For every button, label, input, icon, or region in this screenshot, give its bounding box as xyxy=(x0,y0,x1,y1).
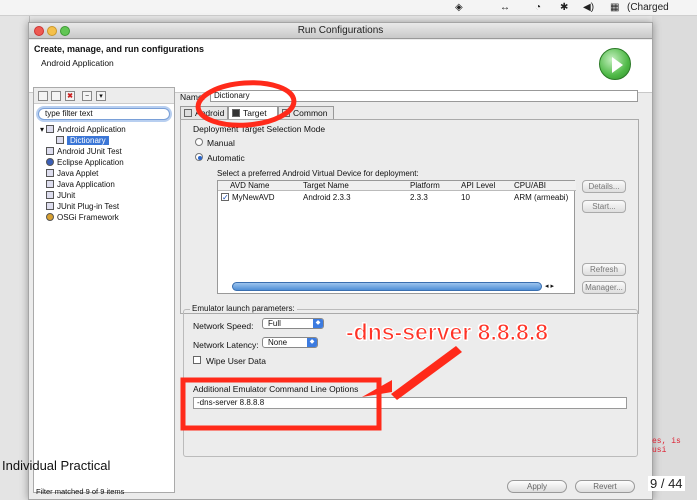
avd-row-platform: 2.3.3 xyxy=(410,193,428,202)
col-platform[interactable]: Platform xyxy=(410,181,440,191)
tab-common[interactable]: Common xyxy=(278,106,334,120)
collapse-all-icon[interactable]: − xyxy=(82,91,92,101)
name-label: Name: xyxy=(180,92,206,102)
slide-page-number: 9 / 44 xyxy=(648,476,685,491)
tree-item-eclipse-application[interactable]: Eclipse Application xyxy=(46,158,124,167)
junit-icon xyxy=(46,147,54,155)
tree-item-junit[interactable]: JUnit xyxy=(46,191,75,200)
tree-item-java-application[interactable]: Java Application xyxy=(46,180,115,189)
dialog-subtitle: Android Application xyxy=(41,58,114,68)
dialog-header: Create, manage, and run configurations A… xyxy=(29,40,652,93)
apply-button[interactable]: Apply xyxy=(507,480,567,493)
tree-item-osgi-framework[interactable]: OSGi Framework xyxy=(46,213,119,222)
filter-input[interactable]: type filter text xyxy=(38,108,170,120)
automatic-label: Automatic xyxy=(207,153,245,163)
avd-row-target: Android 2.3.3 xyxy=(303,193,351,202)
tab-android[interactable]: Android xyxy=(180,106,228,120)
network-latency-label: Network Latency: xyxy=(193,340,259,350)
flag-icon[interactable]: ▦ xyxy=(610,2,619,13)
menu-bar: ◈ ↔ ◔ ✱ ◀) ▦ (Charged xyxy=(0,0,697,16)
sync-icon[interactable]: ↔ xyxy=(500,2,510,13)
wipe-user-data-label: Wipe User Data xyxy=(206,356,266,366)
filter-status: Filter matched 9 of 9 items xyxy=(36,487,125,496)
details-button[interactable]: Details... xyxy=(582,180,626,193)
tab-target[interactable]: Target xyxy=(228,106,278,120)
avd-row-checkbox[interactable]: ✓ xyxy=(221,193,229,202)
start-button[interactable]: Start... xyxy=(582,200,626,213)
col-avd-name[interactable]: AVD Name xyxy=(230,181,269,191)
volume-icon[interactable]: ◀) xyxy=(583,2,594,13)
revert-button[interactable]: Revert xyxy=(575,480,635,493)
emulator-params-label: Emulator launch parameters: xyxy=(190,304,297,313)
name-input[interactable]: Dictionary xyxy=(210,90,638,102)
manual-label: Manual xyxy=(207,138,235,148)
tree-item-android-application[interactable]: ▾ Android Application xyxy=(40,125,126,134)
tree-item-java-applet[interactable]: Java Applet xyxy=(46,169,98,178)
dialog-title: Create, manage, and run configurations xyxy=(34,44,205,54)
battery-status[interactable]: (Charged xyxy=(627,2,669,13)
filter-menu-icon[interactable]: ▾ xyxy=(96,91,106,101)
wipe-user-data-checkbox[interactable]: ✓ xyxy=(193,356,201,364)
network-speed-label: Network Speed: xyxy=(193,321,254,331)
background-editor-left xyxy=(0,16,30,500)
slide-title-footer: Individual Practical xyxy=(2,458,111,473)
col-cpu-abi[interactable]: CPU/ABI xyxy=(514,181,546,191)
window-title: Run Configurations xyxy=(297,25,384,36)
avd-row-cpu: ARM (armeabi) xyxy=(514,193,569,202)
new-config-icon[interactable] xyxy=(38,91,48,101)
automatic-radio[interactable] xyxy=(195,153,203,161)
dropdown-arrow-icon: ◆ xyxy=(313,319,323,328)
deployment-mode-label: Deployment Target Selection Mode xyxy=(193,124,326,134)
background-code-fragment: es, is usi xyxy=(652,437,681,455)
scroll-arrows-icon[interactable]: ◂ ▸ xyxy=(545,282,554,290)
network-latency-select[interactable]: None ◆ xyxy=(262,337,318,348)
command-line-options-input[interactable]: -dns-server 8.8.8.8 xyxy=(193,397,627,409)
timemachine-icon[interactable]: ◔ xyxy=(535,2,541,13)
manager-button[interactable]: Manager... xyxy=(582,281,626,294)
window-titlebar: Run Configurations xyxy=(29,23,652,39)
tree-item-junit-plugin-test[interactable]: JUnit Plug-in Test xyxy=(46,202,119,211)
tree-toolbar: ✖ − ▾ xyxy=(34,88,174,104)
delete-config-icon[interactable]: ✖ xyxy=(65,91,75,101)
refresh-button[interactable]: Refresh xyxy=(582,263,626,276)
network-speed-select[interactable]: Full ◆ xyxy=(262,318,324,329)
manual-radio[interactable] xyxy=(195,138,203,146)
config-tree-pane: ✖ − ▾ type filter text ▾ Android Applica… xyxy=(33,87,175,493)
select-avd-label: Select a preferred Android Virtual Devic… xyxy=(217,169,419,178)
col-api-level[interactable]: API Level xyxy=(461,181,495,191)
avd-table: AVD Name Target Name Platform API Level … xyxy=(217,180,576,294)
avd-table-scrollbar[interactable] xyxy=(232,282,542,291)
tree-item-android-junit-test[interactable]: Android JUnit Test xyxy=(46,147,122,156)
avd-row-api: 10 xyxy=(461,193,470,202)
wifi-icon[interactable]: ◈ xyxy=(455,2,463,13)
tree-item-dictionary[interactable]: Dictionary xyxy=(56,136,109,145)
bluetooth-icon[interactable]: ✱ xyxy=(560,2,568,13)
dropdown-arrow-icon: ◆ xyxy=(307,338,317,347)
avd-row-name[interactable]: MyNewAVD xyxy=(232,193,275,202)
col-target-name[interactable]: Target Name xyxy=(303,181,349,191)
background-editor-right xyxy=(652,16,697,500)
duplicate-config-icon[interactable] xyxy=(51,91,61,101)
run-icon xyxy=(599,48,631,80)
additional-options-label: Additional Emulator Command Line Options xyxy=(193,384,359,394)
annotation-callout: -dns-server 8.8.8.8 xyxy=(345,319,549,346)
